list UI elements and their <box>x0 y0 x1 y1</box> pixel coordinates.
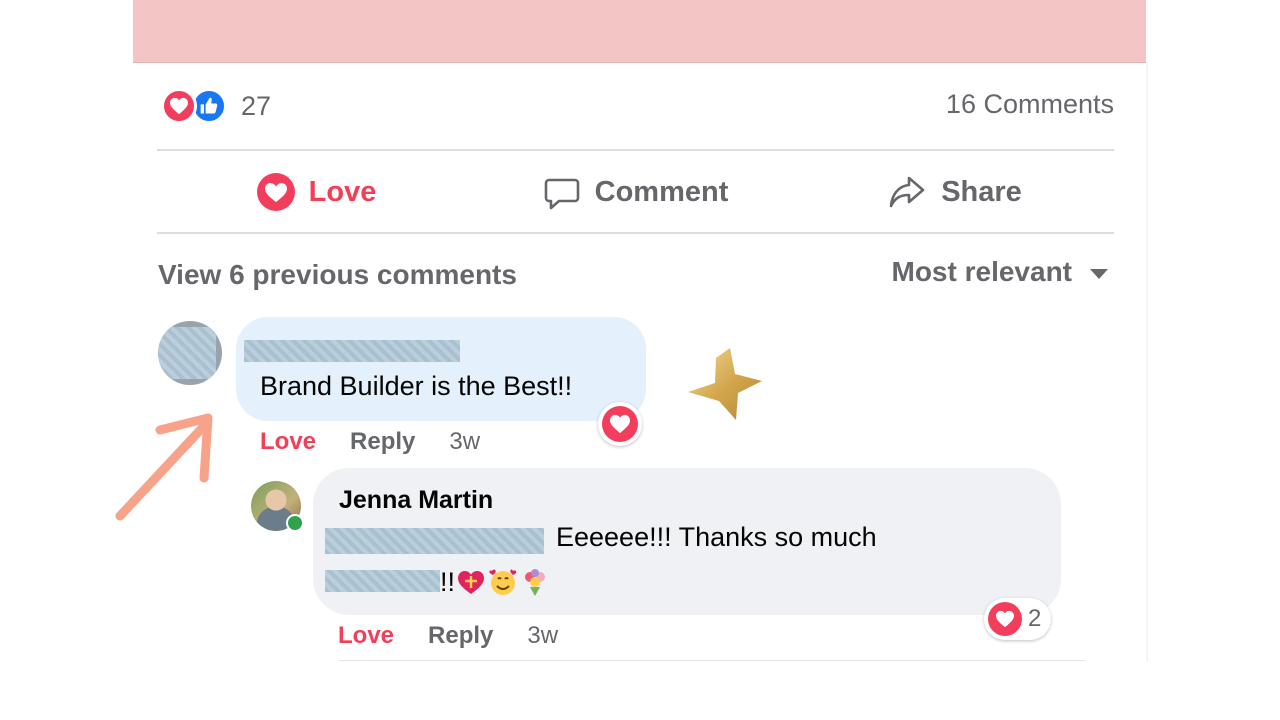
reaction-count[interactable]: 27 <box>241 91 271 122</box>
share-icon <box>889 176 925 208</box>
reply-meta: Love Reply 3w <box>338 622 558 650</box>
divider <box>157 149 1114 151</box>
redacted-tagged-name-cont[interactable] <box>325 570 440 592</box>
comment-button-label: Comment <box>594 175 729 208</box>
post-image-banner[interactable] <box>133 0 1146 63</box>
bouquet-emoji <box>519 566 551 598</box>
redacted-author-name[interactable] <box>244 340 460 362</box>
heart-icon <box>602 406 638 442</box>
comment-timestamp[interactable]: 3w <box>449 428 480 456</box>
share-button-label: Share <box>941 175 1022 208</box>
reply-reaction-count: 2 <box>1028 605 1042 632</box>
sort-label: Most relevant <box>891 256 1073 287</box>
reply-text-line-2: !! <box>440 566 551 598</box>
love-button[interactable]: Love <box>157 152 476 232</box>
comment-reply-link[interactable]: Reply <box>350 428 415 456</box>
comment-love-link[interactable]: Love <box>260 428 316 456</box>
heart-icon <box>988 602 1022 636</box>
comments-count-link[interactable]: 16 Comments <box>946 89 1114 120</box>
redacted-tagged-name[interactable] <box>325 528 544 554</box>
reply-love-link[interactable]: Love <box>338 622 394 650</box>
love-button-label: Love <box>308 175 377 208</box>
reply-reply-link[interactable]: Reply <box>428 622 493 650</box>
comment-reaction-badge[interactable] <box>598 402 642 446</box>
view-previous-comments-link[interactable]: View 6 previous comments <box>158 259 517 291</box>
divider <box>157 232 1114 234</box>
reply-text-suffix: !! <box>440 566 456 597</box>
reply-reaction-badge[interactable]: 2 <box>984 598 1052 640</box>
comment-meta: Love Reply 3w <box>260 428 480 456</box>
heart-with-ribbon-emoji <box>455 566 487 598</box>
online-status-indicator <box>286 514 304 532</box>
divider <box>338 660 1086 661</box>
comment-icon <box>544 178 579 210</box>
reaction-summary[interactable]: 27 <box>161 86 271 126</box>
avatar[interactable] <box>158 321 222 385</box>
redacted-avatar <box>158 327 216 379</box>
share-button[interactable]: Share <box>795 152 1114 232</box>
reply-author-name[interactable]: Jenna Martin <box>339 486 493 515</box>
love-reaction-icon <box>161 88 197 124</box>
post-action-bar: Love Comment Share <box>157 152 1114 232</box>
smiling-face-with-hearts-emoji <box>487 566 519 598</box>
heart-icon <box>256 173 295 211</box>
star-sticker-icon <box>688 348 762 420</box>
card-edge <box>1146 62 1148 662</box>
sort-dropdown[interactable]: Most relevant <box>891 256 1108 288</box>
comment-text: Brand Builder is the Best!! <box>260 371 573 401</box>
caret-down-icon <box>1090 269 1108 279</box>
reply-timestamp[interactable]: 3w <box>527 622 558 650</box>
comment-button[interactable]: Comment <box>476 152 795 232</box>
reply-text-line-1: Eeeeee!!! Thanks so much <box>556 522 877 552</box>
arrow-annotation-icon <box>115 413 213 521</box>
comment-bubble <box>236 317 646 421</box>
